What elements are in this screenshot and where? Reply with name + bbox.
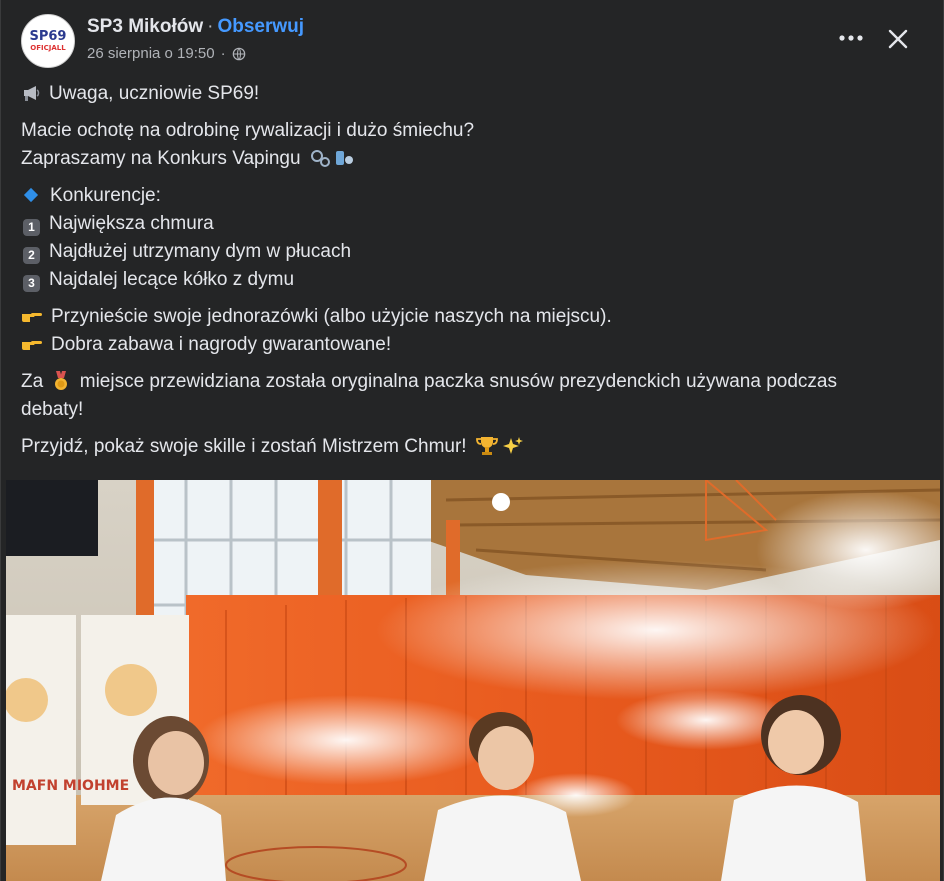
prize-line: Za miejsce przewidziana została oryginal… [21, 368, 921, 396]
competition-item: 1 Największa chmura [21, 210, 921, 238]
avatar-text-bottom: OFICJALL [30, 44, 66, 52]
point-text: Dobra zabawa i nagrody gwarantowane! [51, 334, 392, 355]
gym-scene-image: MAFN MIOHME [6, 480, 940, 881]
page-avatar[interactable]: SP69 OFICJALL [21, 14, 75, 68]
prize-line-2: debaty! [21, 399, 84, 420]
megaphone-icon [24, 86, 40, 101]
competition-item: 3 Najdalej lecące kółko z dymu [21, 266, 921, 294]
post-text: Uwaga, uczniowie SP69! Macie ochotę na o… [21, 80, 921, 470]
close-icon [888, 29, 908, 49]
competition-text: Najdłużej utrzymany dym w płucach [49, 241, 352, 262]
post-meta: 26 sierpnia o 19:50 · [87, 45, 246, 62]
invitation-text: Zapraszamy na Konkurs Vapingu [21, 148, 301, 169]
prize-prefix: Za [21, 371, 44, 392]
pointing-hand-icon [22, 341, 42, 350]
point-line: Dobra zabawa i nagrody gwarantowane! [21, 331, 921, 359]
keycap-3-icon: 3 [23, 275, 40, 292]
closing-text: Przyjdź, pokaż swoje skille i zostań Mis… [21, 436, 467, 457]
competition-item: 2 Najdłużej utrzymany dym w płucach [21, 238, 921, 266]
trophy-icon [475, 437, 498, 455]
follow-button[interactable]: Obserwuj [217, 16, 304, 37]
competitions-header-line: Konkurencje: [21, 182, 921, 210]
blue-diamond-icon [23, 187, 39, 203]
keycap-2-icon: 2 [23, 247, 40, 264]
post-timestamp[interactable]: 26 sierpnia o 19:50 [87, 45, 215, 62]
page-name-row: SP3 Mikołów · Obserwuj [87, 16, 304, 38]
keycap-1-icon: 1 [23, 219, 40, 236]
bubbles-icon [310, 150, 353, 167]
post-card: SP69 OFICJALL SP3 Mikołów · Obserwuj 26 si… [0, 0, 944, 881]
more-options-icon [839, 35, 863, 41]
globe-icon[interactable] [232, 47, 246, 61]
close-button[interactable] [881, 22, 915, 56]
banner-text: MAFN MIOHME [12, 778, 129, 794]
competition-text: Największa chmura [49, 213, 214, 234]
name-separator: · [207, 16, 214, 37]
text-line-announcement: Uwaga, uczniowie SP69! [21, 80, 921, 108]
page-name-link[interactable]: SP3 Mikołów [87, 16, 203, 37]
post-header: SP69 OFICJALL SP3 Mikołów · Obserwuj 26 si… [21, 14, 925, 70]
avatar-text-top: SP69 [29, 29, 67, 44]
competition-text: Najdalej lecące kółko z dymu [49, 269, 295, 290]
pointing-hand-icon [22, 313, 42, 322]
competitions-header: Konkurencje: [50, 185, 161, 206]
more-options-button[interactable] [833, 24, 869, 52]
medal-icon [55, 371, 68, 390]
post-photo[interactable]: MAFN MIOHME [6, 480, 940, 881]
prize-text: miejsce przewidziana została oryginalna … [79, 371, 837, 392]
meta-separator: · [220, 45, 226, 62]
point-line: Przynieście swoje jednorazówki (albo uży… [21, 303, 921, 331]
point-text: Przynieście swoje jednorazówki (albo uży… [51, 306, 612, 327]
question-text: Macie ochotę na odrobinę rywalizacji i d… [21, 120, 475, 141]
sparkles-icon [503, 437, 524, 454]
closing-line: Przyjdź, pokaż swoje skille i zostań Mis… [21, 433, 921, 461]
announcement-text: Uwaga, uczniowie SP69! [49, 83, 260, 104]
invitation-line: Zapraszamy na Konkurs Vapingu [21, 145, 921, 173]
